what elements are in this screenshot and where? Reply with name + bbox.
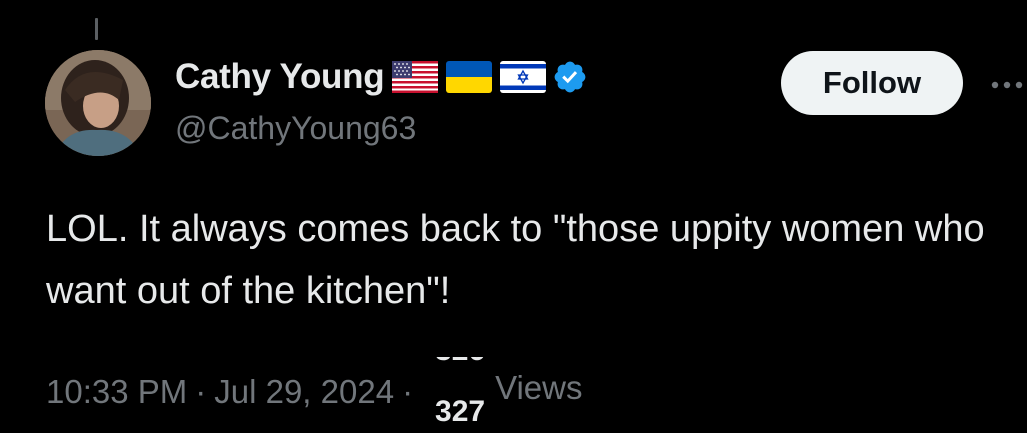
tweet-meta-row: 10:33 PM · Jul 29, 2024 · 326 327 Views <box>46 357 583 427</box>
author-handle[interactable]: @CathyYoung63 <box>175 108 416 148</box>
meta-separator: · <box>195 373 207 410</box>
avatar[interactable] <box>45 50 151 156</box>
ukraine-flag-icon <box>446 61 493 93</box>
views-count: 326 327 <box>429 357 491 427</box>
author-display-name[interactable]: Cathy Young <box>175 55 385 99</box>
tweet-time[interactable]: 10:33 PM <box>46 373 187 411</box>
views-count-previous: 326 <box>429 357 491 368</box>
views-count-current: 327 <box>435 395 486 427</box>
verified-badge-icon[interactable] <box>552 59 588 95</box>
meta-separator: · <box>402 373 414 410</box>
tweet-text: LOL. It always comes back to "those uppi… <box>46 208 985 312</box>
author-name-row: Cathy Young <box>175 55 588 99</box>
us-flag-icon <box>392 61 439 93</box>
israel-flag-icon <box>500 61 547 93</box>
more-options-icon[interactable] <box>990 78 1027 90</box>
thread-connector-line <box>95 18 98 40</box>
tweet-date[interactable]: Jul 29, 2024 <box>214 373 394 411</box>
avatar-image <box>45 50 151 156</box>
views-label: Views <box>495 369 583 406</box>
follow-button[interactable]: Follow <box>781 51 963 115</box>
